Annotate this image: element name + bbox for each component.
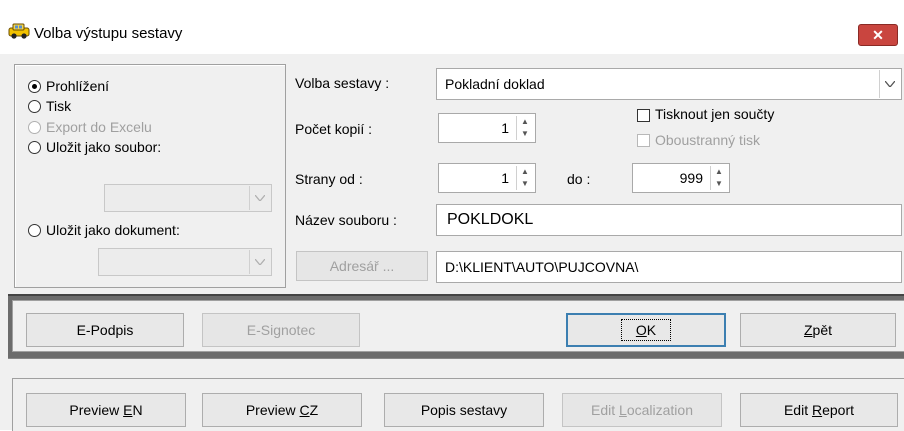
report-select-value: Pokladní doklad [445,76,545,92]
directory-button[interactable]: Adresář ... [296,251,428,281]
spin-arrows[interactable]: ▲ ▼ [516,116,533,140]
save-document-format-select[interactable] [98,248,272,276]
radio-preview-label: Prohlížení [46,78,110,94]
chevron-up-icon: ▲ [521,167,529,176]
pages-from-stepper[interactable]: 1 ▲ ▼ [438,163,536,193]
radio-save-file[interactable] [28,141,41,154]
print-totals-label: Tisknout jen součty [655,106,775,122]
radio-print-label: Tisk [46,98,72,114]
report-description-button[interactable]: Popis sestavy [384,393,544,427]
radio-save-document[interactable] [28,224,41,237]
spin-arrows[interactable]: ▲ ▼ [516,166,533,190]
back-button[interactable]: Zpět [740,313,896,347]
directory-input[interactable]: D:\KLIENT\AUTO\PUJCOVNA\ [436,251,902,283]
edit-localization-label: Edit Localization [591,402,693,418]
pages-from-label: Strany od : [295,171,363,187]
duplex-label: Oboustranný tisk [655,132,761,148]
e-podpis-button[interactable]: E-Podpis [26,313,184,347]
edit-report-button[interactable]: Edit Report [740,393,898,427]
filename-value: POKLDOKL [447,211,534,228]
copies-value: 1 [501,120,509,136]
window-title: Volba výstupu sestavy [34,25,183,42]
chevron-up-icon: ▲ [715,167,723,176]
radio-print[interactable] [28,100,41,113]
close-button[interactable]: ✕ [858,24,898,46]
print-totals-checkbox[interactable] [637,109,650,122]
pages-from-value: 1 [501,170,509,186]
copies-stepper[interactable]: 1 ▲ ▼ [438,113,536,143]
preview-en-button[interactable]: Preview EN [26,393,186,427]
e-signotec-button[interactable]: E-Signotec [202,313,360,347]
preview-cz-label: Preview CZ [245,402,319,418]
preview-en-label: Preview EN [69,402,143,418]
ok-label: OK [620,319,672,341]
filename-label: Název souboru : [295,212,397,228]
chevron-down-icon [879,70,900,98]
chevron-down-icon: ▼ [521,179,529,188]
pages-to-value: 999 [679,170,703,186]
copies-label: Počet kopií : [295,121,373,137]
radio-preview[interactable] [28,80,41,93]
radio-export-excel-label: Export do Excelu [46,119,152,135]
radio-save-file-label: Uložit jako soubor: [46,139,162,155]
pages-to-label: do : [567,171,591,187]
preview-cz-button[interactable]: Preview CZ [202,393,362,427]
chevron-down-icon: ▼ [715,179,723,188]
title-bar: Volba výstupu sestavy ✕ [0,0,904,54]
radio-export-excel[interactable] [28,121,41,134]
chevron-down-icon [249,186,270,210]
report-label: Volba sestavy : [295,75,390,91]
report-select[interactable]: Pokladní doklad [436,68,902,100]
directory-value: D:\KLIENT\AUTO\PUJCOVNA\ [445,259,639,275]
filename-input[interactable]: POKLDOKL [436,204,902,236]
chevron-down-icon [249,250,270,274]
chevron-down-icon: ▼ [521,129,529,138]
edit-localization-button[interactable]: Edit Localization [562,393,722,427]
car-icon [8,23,30,39]
duplex-checkbox[interactable] [637,134,650,147]
ok-button[interactable]: OK [566,313,726,347]
chevron-up-icon: ▲ [521,117,529,126]
back-label: Zpět [803,322,833,338]
edit-report-label: Edit Report [783,402,855,418]
save-file-format-select[interactable] [104,184,272,212]
close-icon: ✕ [872,27,884,43]
pages-to-stepper[interactable]: 999 ▲ ▼ [632,163,730,193]
radio-save-document-label: Uložit jako dokument: [46,222,180,238]
spin-arrows[interactable]: ▲ ▼ [710,166,727,190]
